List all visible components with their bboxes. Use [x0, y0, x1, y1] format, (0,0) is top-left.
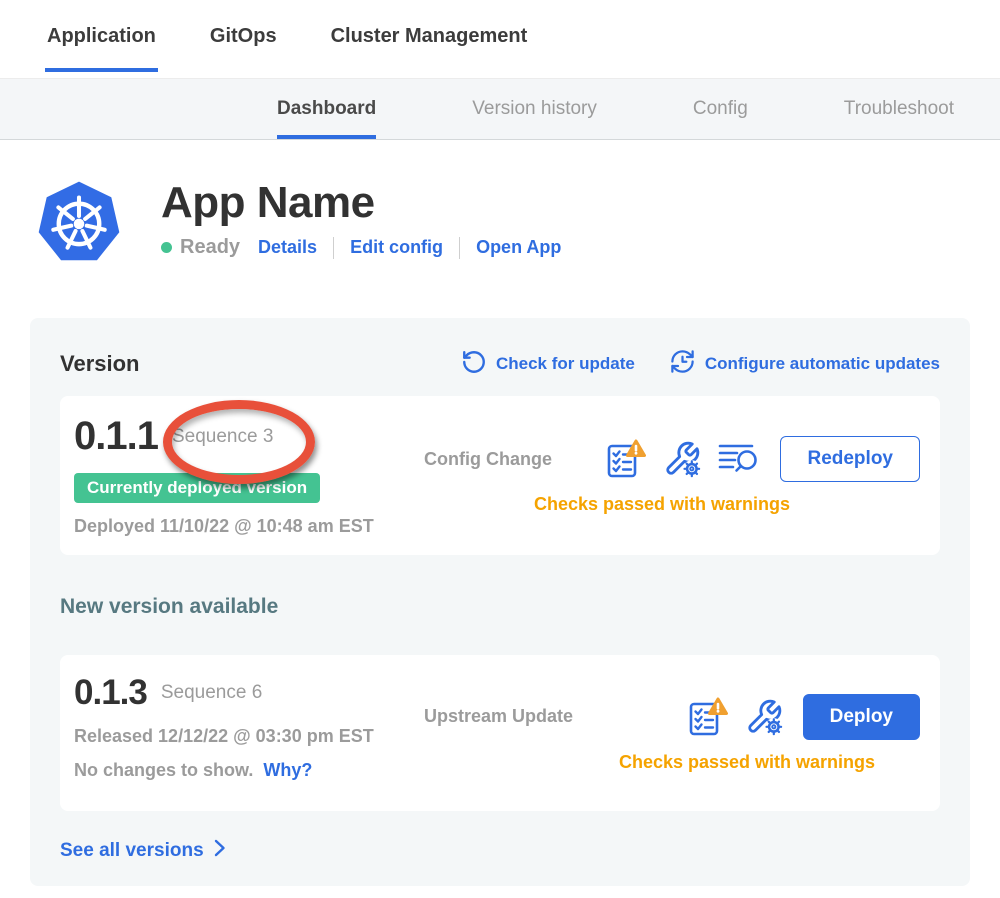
version-card-title: Version — [60, 351, 139, 377]
refresh-icon — [461, 349, 487, 380]
version-card-actions: Check for update Configure automatic upd… — [461, 348, 940, 380]
tab-gitops[interactable]: GitOps — [208, 0, 279, 72]
preflight-warning-text: Checks passed with warnings — [404, 752, 920, 773]
available-version-row: 0.1.3 Sequence 6 Released 12/12/22 @ 03:… — [60, 655, 940, 811]
current-version-line: 0.1.1 Sequence 3 — [74, 414, 404, 459]
deploy-button[interactable]: Deploy — [803, 694, 920, 740]
check-for-update-label: Check for update — [496, 354, 635, 374]
available-version-number: 0.1.3 — [74, 673, 147, 713]
divider — [459, 237, 460, 259]
released-timestamp: Released 12/12/22 @ 03:30 pm EST — [74, 726, 404, 747]
version-card-header: Version Check for update — [60, 348, 940, 380]
current-version-icons — [606, 437, 760, 481]
edit-config-wrench-icon[interactable] — [663, 440, 701, 478]
configure-automatic-updates-label: Configure automatic updates — [705, 354, 940, 374]
no-changes-text: No changes to show. — [74, 760, 253, 780]
redeploy-button[interactable]: Redeploy — [780, 436, 920, 482]
app-header: App Name Ready Details Edit config Open … — [35, 178, 970, 268]
available-version-icons — [688, 695, 783, 739]
preflight-warning-text: Checks passed with warnings — [404, 494, 920, 515]
tab-troubleshoot[interactable]: Troubleshoot — [844, 79, 954, 139]
new-version-heading: New version available — [60, 595, 940, 619]
version-source-label: Config Change — [424, 449, 552, 470]
divider — [333, 237, 334, 259]
tab-cluster-management[interactable]: Cluster Management — [329, 0, 530, 72]
available-version-line: 0.1.3 Sequence 6 — [74, 673, 404, 713]
version-card: Version Check for update — [30, 318, 970, 886]
edit-config-wrench-icon[interactable] — [745, 698, 783, 736]
tab-config[interactable]: Config — [693, 79, 748, 139]
ready-status-dot-icon — [161, 242, 172, 253]
status-row: Ready Details Edit config Open App — [161, 236, 561, 259]
current-version-action-row: Config Change — [404, 436, 920, 482]
app-name: App Name — [161, 180, 561, 226]
version-source-label: Upstream Update — [424, 706, 573, 727]
tab-application[interactable]: Application — [45, 0, 158, 72]
available-version-sequence: Sequence 6 — [161, 682, 262, 704]
tab-dashboard[interactable]: Dashboard — [277, 79, 376, 139]
current-version-row: 0.1.1 Sequence 3 Currently deployed vers… — [60, 396, 940, 555]
check-for-update-button[interactable]: Check for update — [461, 349, 635, 380]
available-version-actions: Upstream Update — [404, 673, 920, 793]
current-version-sequence: Sequence 3 — [172, 426, 273, 448]
why-link[interactable]: Why? — [263, 760, 312, 780]
no-changes-line: No changes to show. Why? — [74, 760, 404, 781]
kubernetes-logo-icon — [35, 178, 123, 268]
currently-deployed-badge: Currently deployed version — [74, 473, 320, 503]
preflight-checks-warning-icon[interactable] — [606, 437, 646, 481]
top-nav: Application GitOps Cluster Management — [0, 0, 1000, 72]
edit-config-link[interactable]: Edit config — [350, 237, 443, 258]
app-status: Ready — [180, 236, 240, 259]
see-all-versions-label: See all versions — [60, 840, 204, 862]
current-version-info: 0.1.1 Sequence 3 Currently deployed vers… — [74, 414, 404, 537]
current-version-number: 0.1.1 — [74, 414, 158, 459]
current-version-actions: Config Change — [404, 414, 920, 537]
open-app-link[interactable]: Open App — [476, 237, 561, 258]
auto-update-clock-icon — [669, 348, 696, 380]
configure-automatic-updates-button[interactable]: Configure automatic updates — [669, 348, 940, 380]
details-link[interactable]: Details — [258, 237, 317, 258]
deployed-timestamp: Deployed 11/10/22 @ 10:48 am EST — [74, 516, 404, 537]
sub-nav: Dashboard Version history Config Trouble… — [0, 78, 1000, 140]
app-header-text: App Name Ready Details Edit config Open … — [161, 178, 561, 259]
tab-version-history[interactable]: Version history — [472, 79, 597, 139]
see-all-versions-link[interactable]: See all versions — [60, 839, 226, 863]
available-version-info: 0.1.3 Sequence 6 Released 12/12/22 @ 03:… — [74, 673, 404, 793]
available-version-action-row: Upstream Update — [404, 694, 920, 740]
preflight-checks-warning-icon[interactable] — [688, 695, 728, 739]
view-files-diff-icon[interactable] — [718, 441, 760, 477]
chevron-right-icon — [214, 839, 226, 863]
